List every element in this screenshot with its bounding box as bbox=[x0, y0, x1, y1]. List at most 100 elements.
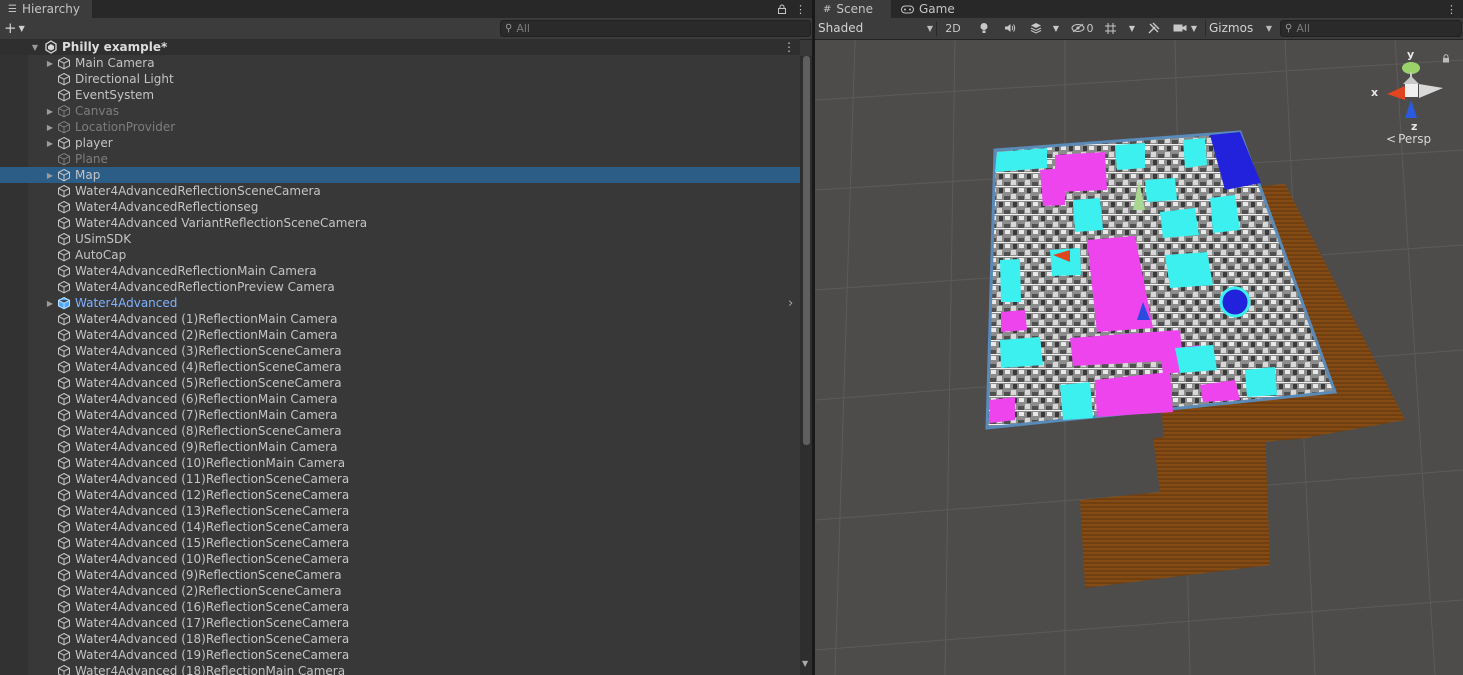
grid-snap-icon[interactable] bbox=[1101, 20, 1119, 36]
expand-arrow-icon[interactable]: ▶ bbox=[45, 59, 55, 68]
axis-label-y: y bbox=[1407, 48, 1415, 61]
hierarchy-item[interactable]: Water4Advanced (11)ReflectionSceneCamera bbox=[0, 471, 800, 487]
expand-arrow-icon[interactable]: ▶ bbox=[45, 107, 55, 116]
hierarchy-item[interactable]: ▶ Canvas bbox=[0, 103, 800, 119]
hierarchy-item[interactable]: Water4Advanced (3)ReflectionSceneCamera bbox=[0, 343, 800, 359]
hierarchy-item[interactable]: ▶ LocationProvider bbox=[0, 119, 800, 135]
hierarchy-item-label: Directional Light bbox=[75, 72, 174, 86]
toggle-2d-button[interactable]: 2D bbox=[942, 20, 964, 36]
camera-icon[interactable] bbox=[1171, 20, 1189, 36]
hierarchy-item-label: Plane bbox=[75, 152, 108, 166]
axis-label-x: x bbox=[1371, 86, 1379, 99]
hierarchy-item[interactable]: Water4Advanced (5)ReflectionSceneCamera bbox=[0, 375, 800, 391]
scroll-down-icon[interactable]: ▼ bbox=[802, 659, 808, 668]
open-prefab-chevron-icon[interactable]: › bbox=[788, 296, 793, 311]
hierarchy-tab-bar: ☰ Hierarchy ⋮ bbox=[0, 0, 812, 18]
panel-menu-icon[interactable]: ⋮ bbox=[795, 0, 806, 18]
hierarchy-item[interactable]: ▶ Water4Advanced › bbox=[0, 295, 800, 311]
tools-icon[interactable] bbox=[1145, 20, 1163, 36]
grid-chevron-down-icon[interactable]: ▼ bbox=[1127, 20, 1137, 36]
hierarchy-item-label: Water4Advanced (2)ReflectionSceneCamera bbox=[75, 584, 342, 598]
hierarchy-item[interactable]: ▶ player bbox=[0, 135, 800, 151]
shading-mode-dropdown[interactable]: Shaded ▼ bbox=[815, 20, 936, 36]
gizmo-lock-icon[interactable] bbox=[1442, 52, 1450, 66]
hierarchy-item[interactable]: Water4Advanced (2)ReflectionMain Camera bbox=[0, 327, 800, 343]
effects-toggle-icon[interactable] bbox=[1027, 20, 1045, 36]
hierarchy-item[interactable]: Water4Advanced (1)ReflectionMain Camera bbox=[0, 311, 800, 327]
hierarchy-item[interactable]: ▶ Main Camera bbox=[0, 55, 800, 71]
gameobject-cube-icon bbox=[58, 328, 70, 342]
tab-game[interactable]: Game bbox=[893, 0, 969, 18]
hierarchy-item[interactable]: Directional Light bbox=[0, 71, 800, 87]
tab-scene[interactable]: # Scene bbox=[815, 0, 891, 18]
hierarchy-item[interactable]: Water4Advanced (8)ReflectionSceneCamera bbox=[0, 423, 800, 439]
hierarchy-item[interactable]: Water4Advanced (2)ReflectionSceneCamera bbox=[0, 583, 800, 599]
gizmos-dropdown[interactable]: Gizmos ▼ bbox=[1205, 20, 1275, 36]
expand-arrow-icon[interactable]: ▶ bbox=[45, 299, 55, 308]
hierarchy-item[interactable]: Water4AdvancedReflectionMain Camera bbox=[0, 263, 800, 279]
hierarchy-item[interactable]: Water4Advanced (9)ReflectionMain Camera bbox=[0, 439, 800, 455]
camera-chevron-down-icon[interactable]: ▼ bbox=[1189, 20, 1199, 36]
gameobject-cube-icon bbox=[58, 536, 70, 550]
hierarchy-item[interactable]: EventSystem bbox=[0, 87, 800, 103]
scene-search-input[interactable]: ⚲ All bbox=[1280, 20, 1462, 37]
hierarchy-item[interactable]: Water4Advanced (4)ReflectionSceneCamera bbox=[0, 359, 800, 375]
scene-visibility-toggle[interactable]: 0 bbox=[1067, 20, 1097, 36]
hierarchy-item[interactable]: Water4Advanced (14)ReflectionSceneCamera bbox=[0, 519, 800, 535]
create-add-button[interactable]: + ▼ bbox=[4, 19, 25, 37]
toggle-2d-label: 2D bbox=[945, 21, 961, 35]
hierarchy-item-label: LocationProvider bbox=[75, 120, 176, 134]
effects-chevron-down-icon[interactable]: ▼ bbox=[1051, 20, 1061, 36]
hierarchy-panel: ☰ Hierarchy ⋮ + ▼ ⚲ All ▼ Philly example*… bbox=[0, 0, 812, 675]
hierarchy-item[interactable]: Water4Advanced (15)ReflectionSceneCamera bbox=[0, 535, 800, 551]
fold-arrow-icon[interactable]: ▼ bbox=[30, 43, 40, 52]
hierarchy-item[interactable]: Water4AdvancedReflectionSceneCamera bbox=[0, 183, 800, 199]
hierarchy-item-label: Water4AdvancedReflectionMain Camera bbox=[75, 264, 317, 278]
hierarchy-item[interactable]: Water4AdvancedReflectionseg bbox=[0, 199, 800, 215]
hierarchy-item[interactable]: USimSDK bbox=[0, 231, 800, 247]
hierarchy-item[interactable]: Water4Advanced (18)ReflectionSceneCamera bbox=[0, 631, 800, 647]
lock-icon[interactable] bbox=[777, 0, 787, 18]
shading-mode-value: Shaded bbox=[818, 21, 864, 35]
gameobject-cube-icon bbox=[58, 232, 70, 246]
scene-viewport[interactable]: y x z < Persp bbox=[815, 40, 1463, 675]
hierarchy-item-label: Water4AdvancedReflectionSceneCamera bbox=[75, 184, 321, 198]
expand-arrow-icon[interactable]: ▶ bbox=[45, 139, 55, 148]
hierarchy-scroll-thumb[interactable] bbox=[803, 56, 810, 445]
lighting-toggle-icon[interactable] bbox=[975, 20, 993, 36]
audio-toggle-icon[interactable] bbox=[1001, 20, 1019, 36]
expand-arrow-icon[interactable]: ▶ bbox=[45, 171, 55, 180]
scene-root-row[interactable]: ▼ Philly example* ⋮ bbox=[0, 39, 800, 55]
hierarchy-item[interactable]: Water4Advanced VariantReflectionSceneCam… bbox=[0, 215, 800, 231]
hierarchy-item[interactable]: Water4Advanced (9)ReflectionSceneCamera bbox=[0, 567, 800, 583]
scene-toolbar: Shaded ▼ 2D ▼ 0 ▼ ▼ Gizmos ▼ ⚲ All bbox=[815, 18, 1463, 40]
gameobject-cube-icon bbox=[58, 600, 70, 614]
scene-menu-icon[interactable]: ⋮ bbox=[783, 40, 795, 54]
hierarchy-item[interactable]: Water4Advanced (17)ReflectionSceneCamera bbox=[0, 615, 800, 631]
hierarchy-item[interactable]: Water4Advanced (7)ReflectionMain Camera bbox=[0, 407, 800, 423]
scene-panel-menu-icon[interactable]: ⋮ bbox=[1446, 0, 1457, 18]
hierarchy-item[interactable]: AutoCap bbox=[0, 247, 800, 263]
expand-arrow-icon[interactable]: ▶ bbox=[45, 123, 55, 132]
hierarchy-item[interactable]: ▶ Map bbox=[0, 167, 800, 183]
gameobject-cube-icon bbox=[58, 424, 70, 438]
hierarchy-item[interactable]: Water4Advanced (18)ReflectionMain Camera bbox=[0, 663, 800, 675]
hierarchy-item[interactable]: Plane bbox=[0, 151, 800, 167]
gizmos-label: Gizmos bbox=[1209, 21, 1254, 35]
hierarchy-item[interactable]: Water4Advanced (10)ReflectionMain Camera bbox=[0, 455, 800, 471]
tab-hierarchy[interactable]: ☰ Hierarchy bbox=[0, 0, 92, 18]
hierarchy-item[interactable]: Water4Advanced (13)ReflectionSceneCamera bbox=[0, 503, 800, 519]
hierarchy-item[interactable]: Water4AdvancedReflectionPreview Camera bbox=[0, 279, 800, 295]
gameobject-cube-icon bbox=[58, 664, 70, 675]
hierarchy-item[interactable]: Water4Advanced (16)ReflectionSceneCamera bbox=[0, 599, 800, 615]
hierarchy-item[interactable]: Water4Advanced (10)ReflectionSceneCamera bbox=[0, 551, 800, 567]
grid-icon: # bbox=[823, 3, 832, 15]
scene-view-canvas[interactable] bbox=[815, 40, 1463, 675]
hierarchy-item[interactable]: Water4Advanced (19)ReflectionSceneCamera bbox=[0, 647, 800, 663]
hierarchy-item[interactable]: Water4Advanced (12)ReflectionSceneCamera bbox=[0, 487, 800, 503]
hierarchy-item[interactable]: Water4Advanced (6)ReflectionMain Camera bbox=[0, 391, 800, 407]
hierarchy-search-input[interactable]: ⚲ All bbox=[500, 20, 811, 37]
gameobject-cube-icon bbox=[58, 248, 70, 262]
hierarchy-item-label: Water4Advanced (2)ReflectionMain Camera bbox=[75, 328, 338, 342]
projection-toggle[interactable]: < Persp bbox=[1386, 132, 1431, 146]
